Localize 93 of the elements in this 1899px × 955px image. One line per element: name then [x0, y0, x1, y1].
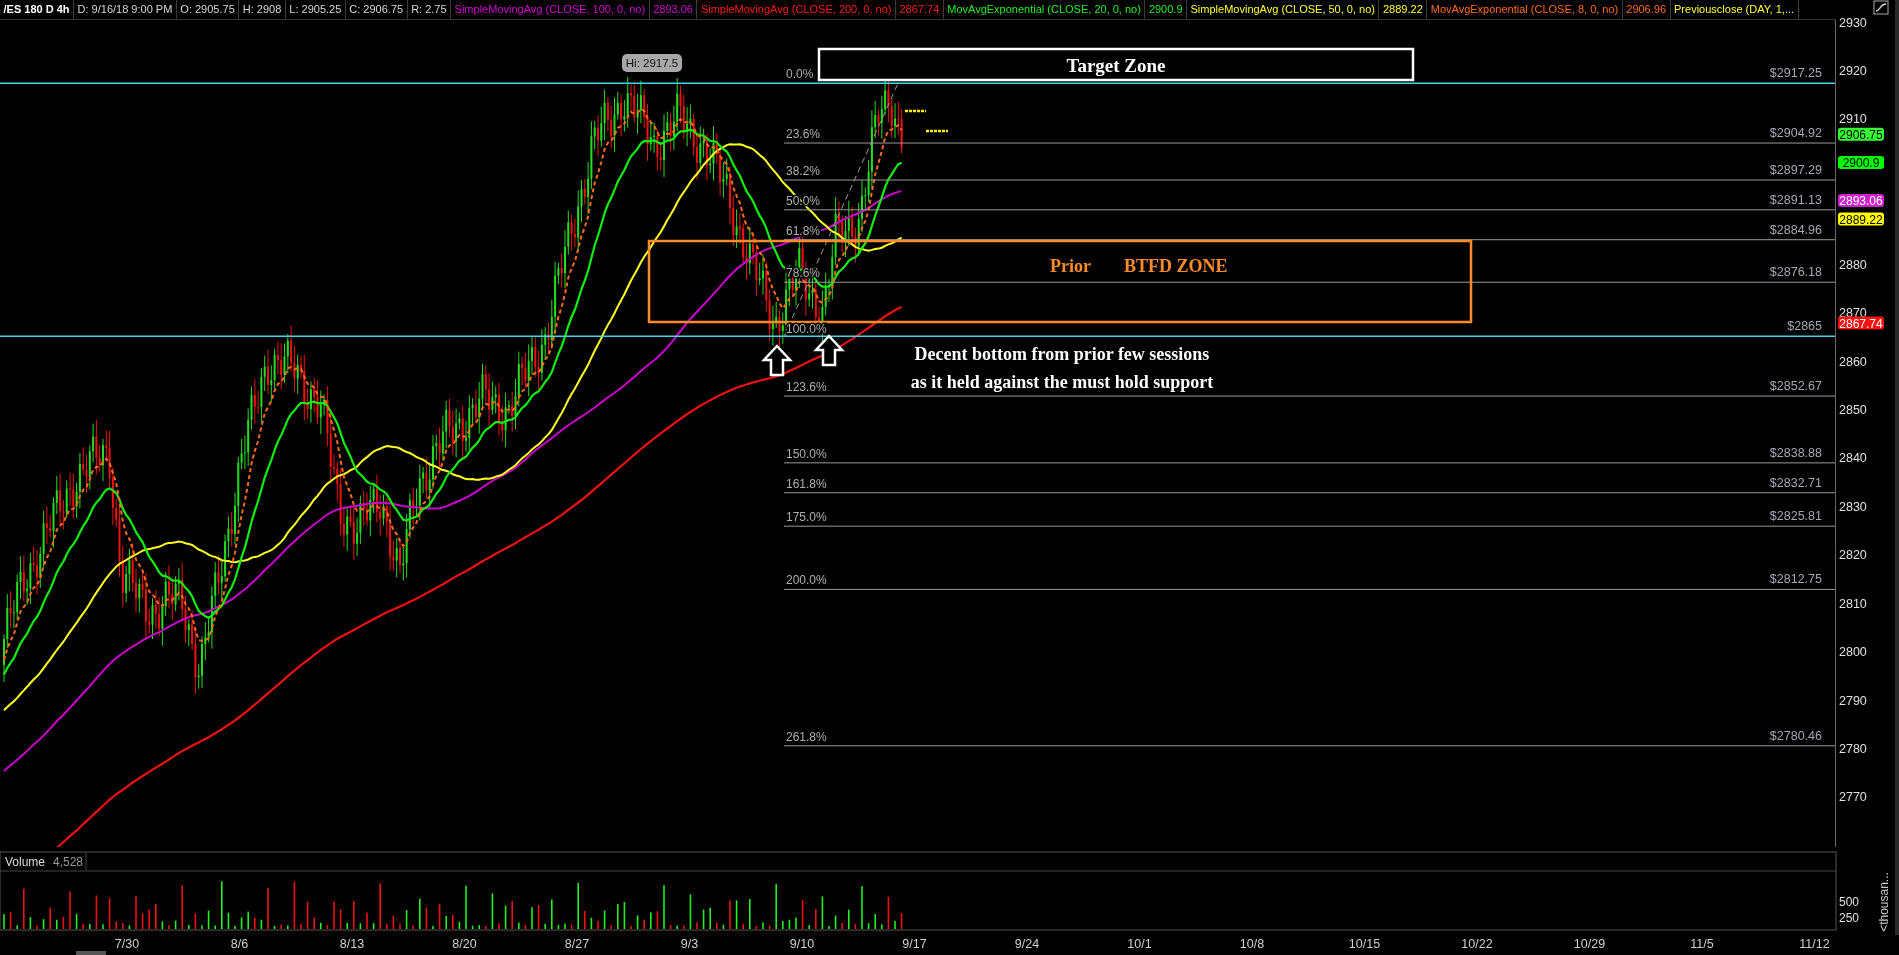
quote-field: H: 2908 — [239, 0, 286, 19]
study-value: 2906.96 — [1622, 0, 1671, 19]
date-tick: 9/10 — [789, 937, 815, 951]
fib-price-label: $2812.75 — [1769, 572, 1822, 587]
zone-label: BTFD ZONE — [1124, 256, 1228, 276]
date-tick: 8/13 — [339, 937, 365, 951]
date-tick: 9/24 — [1014, 937, 1040, 951]
date-tick: 7/30 — [114, 937, 140, 951]
price-tick: 2810 — [1839, 596, 1867, 611]
symbol-label: /ES 180 D 4h — [0, 0, 75, 19]
date-tick: 8/27 — [564, 937, 590, 951]
date-tick: 11/5 — [1690, 937, 1714, 951]
fib-price-label: $2825.81 — [1769, 509, 1822, 524]
date-tick: 10/8 — [1239, 937, 1265, 951]
price-tick: 2880 — [1839, 257, 1867, 272]
study-value: 2893.06 — [649, 0, 698, 19]
study-name: MovAvgExponential (CLOSE, 20, 0, no) — [943, 0, 1146, 19]
volume-unit-label: <thousan... — [1877, 872, 1891, 932]
zone-label: Prior — [1050, 256, 1091, 276]
price-badge-label: 2893.06 — [1839, 193, 1883, 208]
quote-field: O: 2905.75 — [176, 0, 240, 19]
fib-percent-label: 23.6% — [786, 127, 821, 142]
up-arrow-icon — [761, 344, 793, 377]
target-zone-label: Target Zone — [1066, 55, 1166, 76]
quote-field: R: 2.75 — [407, 0, 452, 19]
study-value: 2900.9 — [1145, 0, 1188, 19]
volume-tick: 500 — [1839, 895, 1860, 909]
price-tick: 2860 — [1839, 354, 1867, 369]
date-tick: 10/1 — [1127, 937, 1152, 951]
study-value: 2867.74 — [896, 0, 944, 19]
fib-percent-label: 123.6% — [786, 380, 827, 395]
fib-percent-label: 261.8% — [786, 729, 827, 744]
date-tick: 9/3 — [680, 937, 699, 951]
fib-price-label: $2884.96 — [1769, 222, 1822, 237]
price-badge-label: 2900.9 — [1842, 156, 1880, 170]
price-tick: 2930 — [1839, 15, 1867, 30]
fib-price-label: $2865 — [1787, 319, 1822, 334]
note-text: as it held against the must hold support — [910, 372, 1214, 392]
fib-percent-label: 38.2% — [786, 164, 821, 178]
fib-percent-label: 200.0% — [786, 573, 827, 588]
high-price-label: Hi: 2917.5 — [625, 57, 679, 69]
price-tick: 2850 — [1839, 403, 1867, 418]
date-tick: 10/22 — [1461, 937, 1493, 951]
fib-price-label: $2780.46 — [1769, 728, 1822, 743]
price-tick: 2830 — [1839, 499, 1867, 514]
date-tick: 10/15 — [1348, 937, 1381, 951]
study-value: 2889.22 — [1379, 0, 1428, 19]
price-tick: 2790 — [1839, 693, 1867, 708]
note-text: Decent bottom from prior few sessions — [914, 344, 1210, 364]
fib-percent-label: 175.0% — [786, 510, 827, 525]
fib-price-label: $2904.92 — [1769, 126, 1822, 141]
price-badge-label: 2906.75 — [1839, 127, 1883, 142]
volume-tick: 250 — [1839, 911, 1860, 925]
price-tick: 2820 — [1839, 548, 1867, 563]
dashed-marker — [926, 129, 948, 133]
price-badge-label: 2867.74 — [1839, 316, 1883, 331]
study-name: MovAvgExponential (CLOSE, 8, 0, no) — [1427, 0, 1623, 19]
fib-price-label: $2891.13 — [1769, 192, 1822, 207]
volume-label: Volume — [5, 855, 46, 869]
up-arrow-icon — [813, 334, 845, 367]
price-tick: 2920 — [1839, 64, 1867, 79]
price-badge-label: 2889.22 — [1839, 212, 1883, 227]
study-name: SimpleMovingAvg (CLOSE, 100, 0, no) — [451, 0, 650, 19]
fib-percent-label: 0.0% — [786, 67, 814, 82]
date-tick: 9/17 — [902, 937, 927, 951]
date-tick: 8/20 — [452, 937, 477, 951]
fib-price-label: $2852.67 — [1769, 379, 1822, 394]
scrollbar-thumb[interactable] — [76, 951, 106, 955]
price-tick: 2800 — [1839, 645, 1867, 660]
quote-field: D: 9/16/18 9:00 PM — [74, 0, 177, 19]
chart-style-icon[interactable] — [1873, 0, 1889, 15]
fib-price-label: $2897.29 — [1769, 163, 1822, 177]
price-tick: 2770 — [1839, 790, 1867, 805]
price-tick: 2840 — [1839, 451, 1867, 466]
price-tick: 2780 — [1839, 742, 1867, 757]
volume-value: 4,528 — [53, 855, 84, 869]
fib-percent-label: 61.8% — [786, 223, 821, 238]
study-name: SimpleMovingAvg (CLOSE, 200, 0, no) — [697, 0, 896, 19]
date-tick: 11/12 — [1799, 937, 1830, 951]
fib-price-label: $2917.25 — [1769, 66, 1822, 81]
fib-price-label: $2832.71 — [1769, 475, 1822, 490]
quote-field: L: 2905.25 — [285, 0, 346, 19]
fib-price-label: $2838.88 — [1769, 445, 1822, 460]
date-tick: 8/6 — [230, 937, 249, 951]
date-tick: 10/29 — [1573, 937, 1606, 951]
fib-percent-label: 161.8% — [786, 476, 827, 491]
study-name: SimpleMovingAvg (CLOSE, 50, 0, no) — [1187, 0, 1380, 19]
fib-percent-label: 150.0% — [786, 446, 827, 461]
study-name: Previousclose (DAY, 1,... — [1670, 0, 1799, 19]
quote-field: C: 2906.75 — [345, 0, 408, 19]
fib-price-label: $2876.18 — [1769, 265, 1822, 280]
dashed-marker — [905, 109, 926, 113]
price-tick: 2910 — [1839, 112, 1867, 127]
